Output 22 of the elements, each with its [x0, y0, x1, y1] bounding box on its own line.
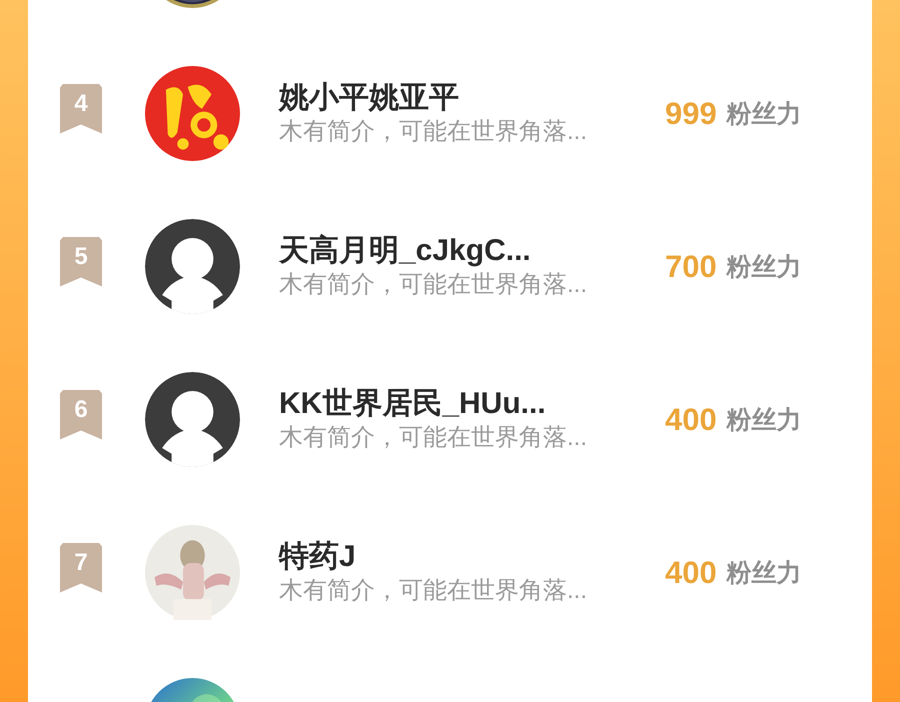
fan-score: 400: [665, 554, 717, 590]
user-description: 木有简介，可能在世界角落...: [279, 270, 588, 300]
fan-score: 700: [665, 248, 717, 284]
avatar-icon[interactable]: [145, 219, 240, 314]
user-name[interactable]: 姚小平姚亚平: [279, 80, 659, 116]
score-unit: 粉丝力: [726, 99, 802, 130]
score-unit: 粉丝力: [726, 405, 802, 436]
user-description: 木有简介，可能在世界角落...: [279, 422, 588, 452]
rank-badge: 4: [60, 84, 102, 134]
user-description: 木有简介，可能在世界角落...: [279, 576, 588, 606]
avatar-icon[interactable]: [145, 372, 240, 467]
fan-score: 400: [665, 402, 717, 438]
user-name[interactable]: 特药J: [279, 538, 659, 574]
fan-score: 999: [665, 96, 717, 132]
score-unit: 粉丝力: [726, 252, 802, 283]
rank-badge: 7: [60, 542, 102, 592]
user-description: 木有简介，可能在世界角落...: [279, 116, 588, 146]
rank-badge: 5: [60, 236, 102, 286]
score-unit: 粉丝力: [726, 558, 802, 589]
user-name[interactable]: KK世界居民_HUu...: [279, 386, 659, 422]
rank-badge: 6: [60, 390, 102, 440]
user-name[interactable]: 天高月明_cJkgC...: [279, 232, 659, 268]
